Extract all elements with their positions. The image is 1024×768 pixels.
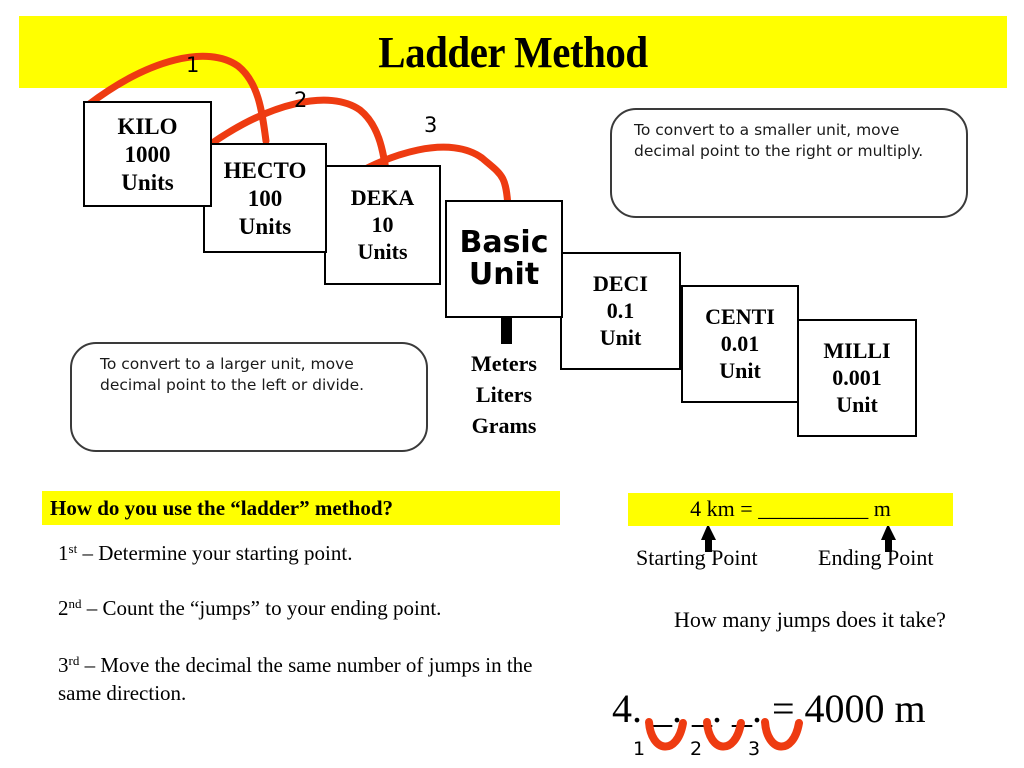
- instruction-ordinal-suffix: rd: [68, 653, 80, 668]
- step-prefix: KILO: [117, 113, 178, 139]
- jump-label-3: 3: [748, 738, 761, 760]
- ladder-step-deci[interactable]: DECI 0.1 Unit: [560, 252, 681, 370]
- step-prefix: MILLI: [823, 338, 891, 363]
- step-value: 0.001: [832, 365, 882, 390]
- instruction-ordinal: 1: [58, 541, 69, 566]
- ladder-step-centi[interactable]: CENTI 0.01 Unit: [681, 285, 799, 403]
- example-equation: 4 km = __________ m: [690, 496, 891, 521]
- step-prefix: DEKA: [350, 185, 415, 210]
- step-unit: Units: [357, 239, 408, 264]
- instruction-step-1: 1st – Determine your starting point.: [58, 535, 558, 567]
- ladder-step-deka[interactable]: DEKA 10 Units: [324, 165, 441, 285]
- step-prefix: HECTO: [223, 157, 307, 183]
- slide-canvas: Ladder Method 1 2 3 MILLI 0.001 Unit CEN…: [0, 0, 1024, 768]
- callout-smaller-unit-text: To convert to a smaller unit, move decim…: [634, 121, 924, 160]
- step-value: 10: [371, 212, 394, 237]
- ladder-step-hecto[interactable]: HECTO 100 Units: [203, 143, 327, 253]
- arc-label-3: 3: [424, 113, 438, 137]
- instruction-text: – Move the decimal the same number of ju…: [58, 653, 533, 706]
- instruction-text: – Determine your starting point.: [77, 541, 353, 566]
- starting-point-label: Starting Point: [636, 545, 758, 570]
- step-value: 0.01: [720, 331, 760, 356]
- ladder-step-milli[interactable]: MILLI 0.001 Unit: [797, 319, 917, 437]
- step-unit: Units: [238, 213, 292, 239]
- ladder-step-kilo[interactable]: KILO 1000 Units: [83, 101, 212, 207]
- callout-larger-unit-text: To convert to a larger unit, move decima…: [100, 355, 365, 394]
- instruction-ordinal: 2: [58, 596, 69, 621]
- step-unit: Unit: [719, 358, 761, 383]
- instruction-step-3: 3rd – Move the decimal the same number o…: [58, 647, 558, 707]
- ladder-step-basic-unit[interactable]: Basic Unit: [445, 200, 563, 318]
- instruction-ordinal-suffix: st: [68, 541, 78, 556]
- instruction-text: – Count the “jumps” to your ending point…: [81, 596, 442, 621]
- step-unit: Units: [121, 169, 174, 195]
- step-unit: Unit: [836, 392, 878, 417]
- step-value: 100: [247, 185, 283, 211]
- basic-unit-caption: Meters Liters Grams: [471, 351, 537, 438]
- step-prefix: DECI: [592, 271, 648, 296]
- jump-label-1: 1: [633, 738, 646, 760]
- instruction-ordinal: 3: [58, 653, 69, 678]
- arc-label-2: 2: [294, 88, 308, 112]
- step-value: 1000: [124, 141, 171, 167]
- jumps-question: How many jumps does it take?: [674, 607, 946, 632]
- step-prefix: CENTI: [705, 304, 775, 329]
- step-value: Unit: [468, 257, 540, 292]
- step-unit: Unit: [599, 325, 642, 350]
- decimal-answer: 4. _. _. _. = 4000 m: [612, 686, 926, 731]
- instruction-step-2: 2nd – Count the “jumps” to your ending p…: [58, 590, 578, 622]
- jump-label-2: 2: [690, 738, 703, 760]
- instruction-ordinal-suffix: nd: [68, 596, 82, 611]
- arc-label-1: 1: [186, 53, 200, 77]
- step-value: 0.1: [606, 298, 635, 323]
- ending-point-label: Ending Point: [818, 545, 934, 570]
- instructions-heading: How do you use the “ladder” method?: [50, 496, 394, 520]
- step-prefix: Basic: [459, 225, 549, 260]
